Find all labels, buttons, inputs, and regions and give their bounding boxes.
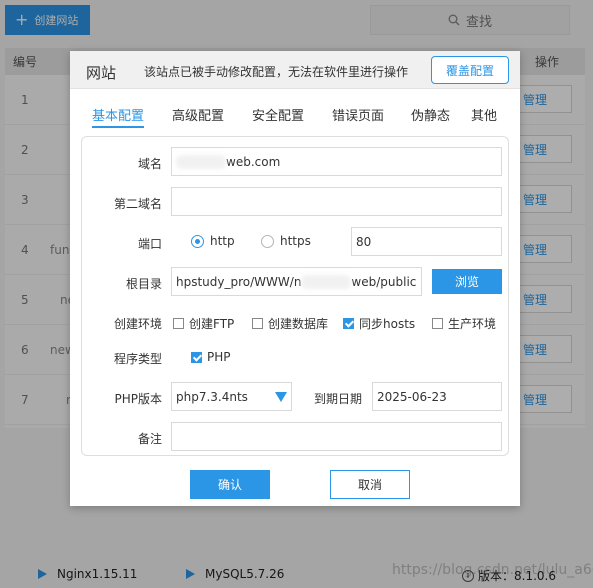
production-env-label: 生产环境: [448, 317, 497, 331]
confirm-button[interactable]: 确认: [190, 470, 270, 499]
php-version-select[interactable]: php7.3.4nts: [171, 382, 292, 411]
domain-value: web.com: [226, 154, 281, 169]
tab-security[interactable]: 安全配置: [252, 105, 304, 124]
expire-date-label: 到期日期: [313, 392, 362, 406]
config-tabs: 基本配置 高级配置 安全配置 错误页面 伪静态 其他: [82, 105, 512, 129]
second-domain-label: 第二域名: [113, 197, 162, 211]
remark-input[interactable]: [171, 422, 502, 451]
tab-advanced[interactable]: 高级配置: [172, 105, 224, 124]
second-domain-input[interactable]: [171, 187, 502, 216]
expire-date-value: 2025-06-23: [377, 389, 447, 404]
https-label: https: [280, 234, 311, 248]
http-label: http: [210, 234, 235, 248]
dialog-header: 网站 该站点已被手动修改配置，无法在软件里进行操作 覆盖配置: [70, 51, 520, 89]
sync-hosts-label: 同步hosts: [359, 317, 416, 331]
root-dir-suffix: web/public: [351, 274, 417, 289]
remark-label: 备注: [137, 432, 162, 446]
tab-error-pages[interactable]: 错误页面: [332, 105, 384, 124]
checkbox-checked-icon: [191, 351, 202, 363]
tab-basic[interactable]: 基本配置: [92, 105, 145, 128]
browse-button[interactable]: 浏览: [432, 269, 502, 294]
root-dir-input[interactable]: hpstudy_pro/WWW/n web/public: [171, 267, 422, 296]
php-checkbox[interactable]: PHP: [191, 350, 231, 364]
php-label: PHP: [207, 350, 231, 364]
create-db-checkbox[interactable]: 创建数据库: [252, 315, 328, 332]
program-type-label: 程序类型: [113, 352, 162, 366]
root-dir-prefix: hpstudy_pro/WWW/n: [176, 274, 302, 289]
domain-input[interactable]: web.com: [171, 147, 502, 176]
env-label: 创建环境: [113, 317, 162, 331]
php-version-value: php7.3.4nts: [176, 389, 248, 404]
expire-date-input[interactable]: 2025-06-23: [372, 382, 502, 411]
checkbox-icon: [432, 318, 443, 329]
php-version-label: PHP版本: [114, 392, 163, 406]
http-radio[interactable]: http: [191, 234, 235, 248]
site-config-dialog: 网站 该站点已被手动修改配置，无法在软件里进行操作 覆盖配置 基本配置 高级配置…: [70, 51, 520, 506]
redacted-text: [301, 274, 352, 289]
port-input[interactable]: 80: [351, 227, 502, 256]
radio-selected-icon: [191, 234, 204, 248]
checkbox-checked-icon: [343, 318, 354, 329]
basic-config-form: 域名 web.com 第二域名 端口 http https 80 根目录 hps…: [81, 136, 509, 456]
cancel-button[interactable]: 取消: [330, 470, 410, 499]
tab-other[interactable]: 其他: [471, 105, 497, 124]
https-radio[interactable]: https: [261, 234, 311, 248]
create-db-label: 创建数据库: [268, 317, 329, 331]
domain-label: 域名: [137, 157, 162, 171]
production-env-checkbox[interactable]: 生产环境: [432, 315, 496, 332]
port-label: 端口: [137, 237, 162, 251]
dialog-note: 该站点已被手动修改配置，无法在软件里进行操作: [144, 65, 409, 79]
tab-rewrite[interactable]: 伪静态: [411, 105, 450, 124]
override-config-button[interactable]: 覆盖配置: [431, 56, 509, 84]
create-ftp-label: 创建FTP: [189, 317, 235, 331]
port-value: 80: [356, 234, 372, 249]
root-dir-label: 根目录: [125, 277, 162, 291]
sync-hosts-checkbox[interactable]: 同步hosts: [343, 315, 415, 332]
checkbox-icon: [173, 318, 184, 329]
redacted-text: [176, 154, 226, 169]
create-ftp-checkbox[interactable]: 创建FTP: [173, 315, 234, 332]
radio-unselected-icon: [261, 234, 274, 248]
checkbox-icon: [252, 318, 263, 329]
dialog-title: 网站: [86, 64, 117, 82]
